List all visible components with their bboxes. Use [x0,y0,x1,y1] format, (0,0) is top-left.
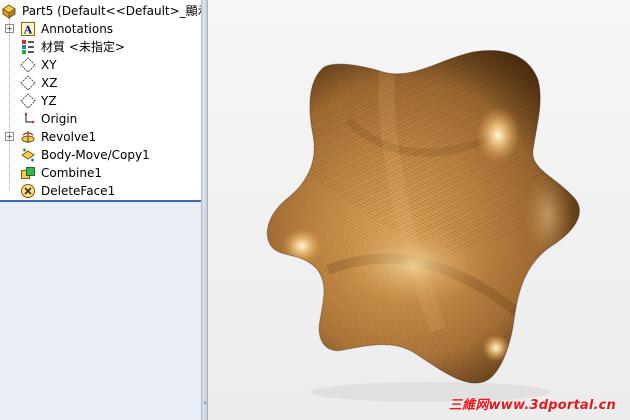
tree-item-label: Revolve1 [41,130,97,144]
highlight-center [343,223,483,307]
combine-feature-icon [21,167,35,179]
wood-model-render [266,49,580,402]
tree-item-body-move-copy1[interactable]: Body-Move/Copy1 [0,146,201,164]
graphics-viewport[interactable]: 三維网www.3dportal.cn [208,0,630,420]
expand-toggle-icon[interactable]: + [5,24,14,33]
tree-item-label: Origin [41,112,78,126]
document-title: Part5 (Default<<Default>_顯示 [22,4,201,18]
tree-item-plane-xy[interactable]: XY [0,56,201,74]
highlight-top-right [476,107,520,163]
revolve-feature-icon [21,131,35,143]
tree-item-label: XZ [41,76,58,90]
part-icon [2,4,16,19]
plane-icon [20,75,36,91]
panel-splitter[interactable] [201,0,208,420]
tree-panel-border [0,200,201,202]
plane-icon [20,57,36,73]
material-icon [22,40,34,54]
tree-item-label: XY [41,58,57,72]
delete-face-icon [21,184,35,198]
site-watermark: 三維网www.3dportal.cn [448,398,616,413]
tree-item-label: Body-Move/Copy1 [41,148,150,162]
expand-toggle-icon[interactable]: + [5,132,14,141]
origin-icon [24,112,35,124]
tree-item-deleteface1[interactable]: DeleteFace1 [0,182,201,200]
tree-item-annotations[interactable]: + A Annotations [0,20,201,38]
feature-manager-tree: Part5 (Default<<Default>_顯示 + A Annotati… [0,0,201,420]
highlight-right-edge [523,170,573,260]
tree-empty-area [0,202,201,420]
tree-item-label: Annotations [41,22,114,36]
svg-text:A: A [23,24,33,37]
wood-grain-texture [267,50,580,384]
tree-item-revolve1[interactable]: + Revolve1 [0,128,201,146]
highlight-bottom [482,334,510,362]
solidworks-window: Part5 (Default<<Default>_顯示 + A Annotati… [0,0,630,420]
tree-item-label: Combine1 [41,166,102,180]
tree-item-material[interactable]: 材質 <未指定> [0,38,201,56]
annotations-icon: A [21,22,35,37]
tree-item-label: 材質 <未指定> [41,40,125,54]
tree-item-origin[interactable]: Origin [0,110,201,128]
tree-item-combine1[interactable]: Combine1 [0,164,201,182]
tree-item-plane-xz[interactable]: XZ [0,74,201,92]
tree-root-part[interactable]: Part5 (Default<<Default>_顯示 [0,2,201,20]
tree-item-label: DeleteFace1 [41,184,116,198]
plane-icon [20,93,36,109]
tree-item-plane-yz[interactable]: YZ [0,92,201,110]
tree-item-label: YZ [41,94,57,108]
body-move-copy-icon [21,148,35,162]
